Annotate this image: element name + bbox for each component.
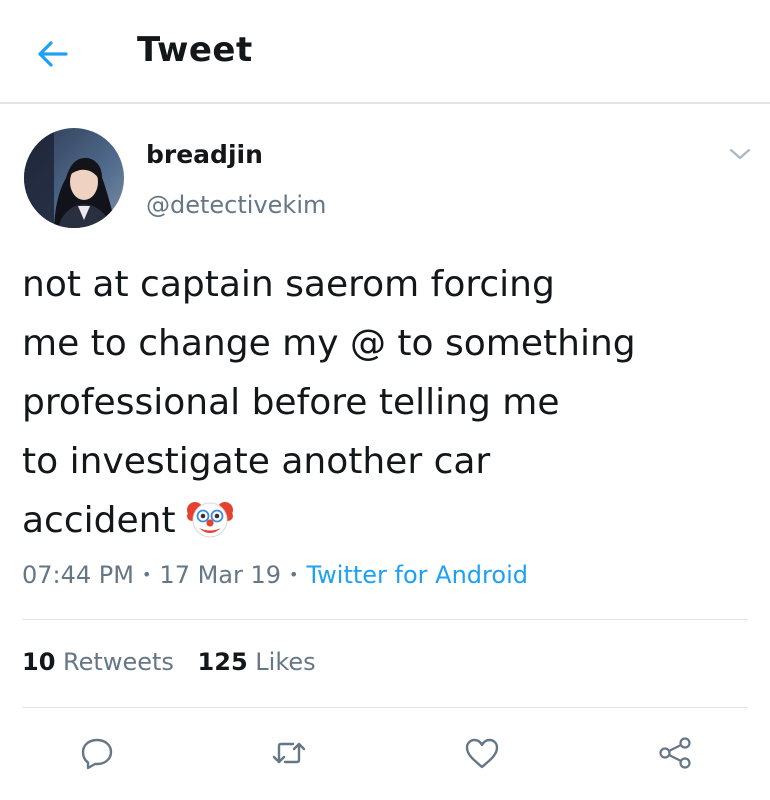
back-button[interactable]: [32, 34, 72, 74]
reply-icon: [81, 738, 113, 770]
meta-separator: •: [289, 565, 299, 584]
chevron-down-icon: [729, 148, 751, 160]
tweet-date: 17 Mar 19: [159, 561, 282, 589]
avatar-image: [24, 128, 124, 228]
top-bar: Tweet: [0, 0, 770, 104]
author-display-name[interactable]: breadjin: [146, 140, 263, 169]
tweet-text: not at captain saerom forcing me to chan…: [22, 255, 722, 560]
author-handle[interactable]: @detectivekim: [146, 191, 326, 219]
avatar[interactable]: [24, 128, 124, 228]
likes-count: 125: [197, 648, 248, 676]
tweet-options-button[interactable]: [724, 140, 756, 168]
tweet-line-last: accident: [22, 491, 722, 560]
retweets-count: 10: [22, 648, 56, 676]
retweet-button[interactable]: [269, 733, 309, 773]
tweet-meta: 07:44 PM • 17 Mar 19 • Twitter for Android: [22, 561, 528, 589]
tweet-line: me to change my @ to something: [22, 323, 636, 364]
page-title: Tweet: [137, 30, 253, 70]
retweets-stat[interactable]: 10 Retweets: [22, 648, 174, 676]
retweets-label: Retweets: [63, 648, 174, 676]
tweet-stats: 10 Retweets 125 Likes: [22, 648, 332, 676]
retweet-icon: [272, 742, 306, 764]
divider: [22, 707, 748, 708]
tweet-source-link[interactable]: Twitter for Android: [306, 561, 527, 589]
share-button[interactable]: [655, 733, 695, 773]
tweet-line: not at captain saerom forcing: [22, 264, 555, 305]
likes-stat[interactable]: 125 Likes: [198, 648, 316, 676]
reply-button[interactable]: [77, 733, 117, 773]
meta-separator: •: [141, 565, 152, 584]
tweet-line: to investigate another car: [22, 441, 491, 482]
tweet-line-text: accident: [22, 500, 176, 541]
tweet-line: professional before telling me: [22, 382, 560, 423]
tweet-time: 07:44 PM: [22, 561, 134, 589]
share-icon: [659, 737, 691, 769]
like-button[interactable]: [462, 733, 502, 773]
clown-face-emoji: [186, 494, 234, 560]
like-icon: [465, 738, 499, 769]
likes-label: Likes: [255, 648, 316, 676]
divider: [22, 619, 748, 620]
arrow-left-icon: [38, 41, 68, 67]
